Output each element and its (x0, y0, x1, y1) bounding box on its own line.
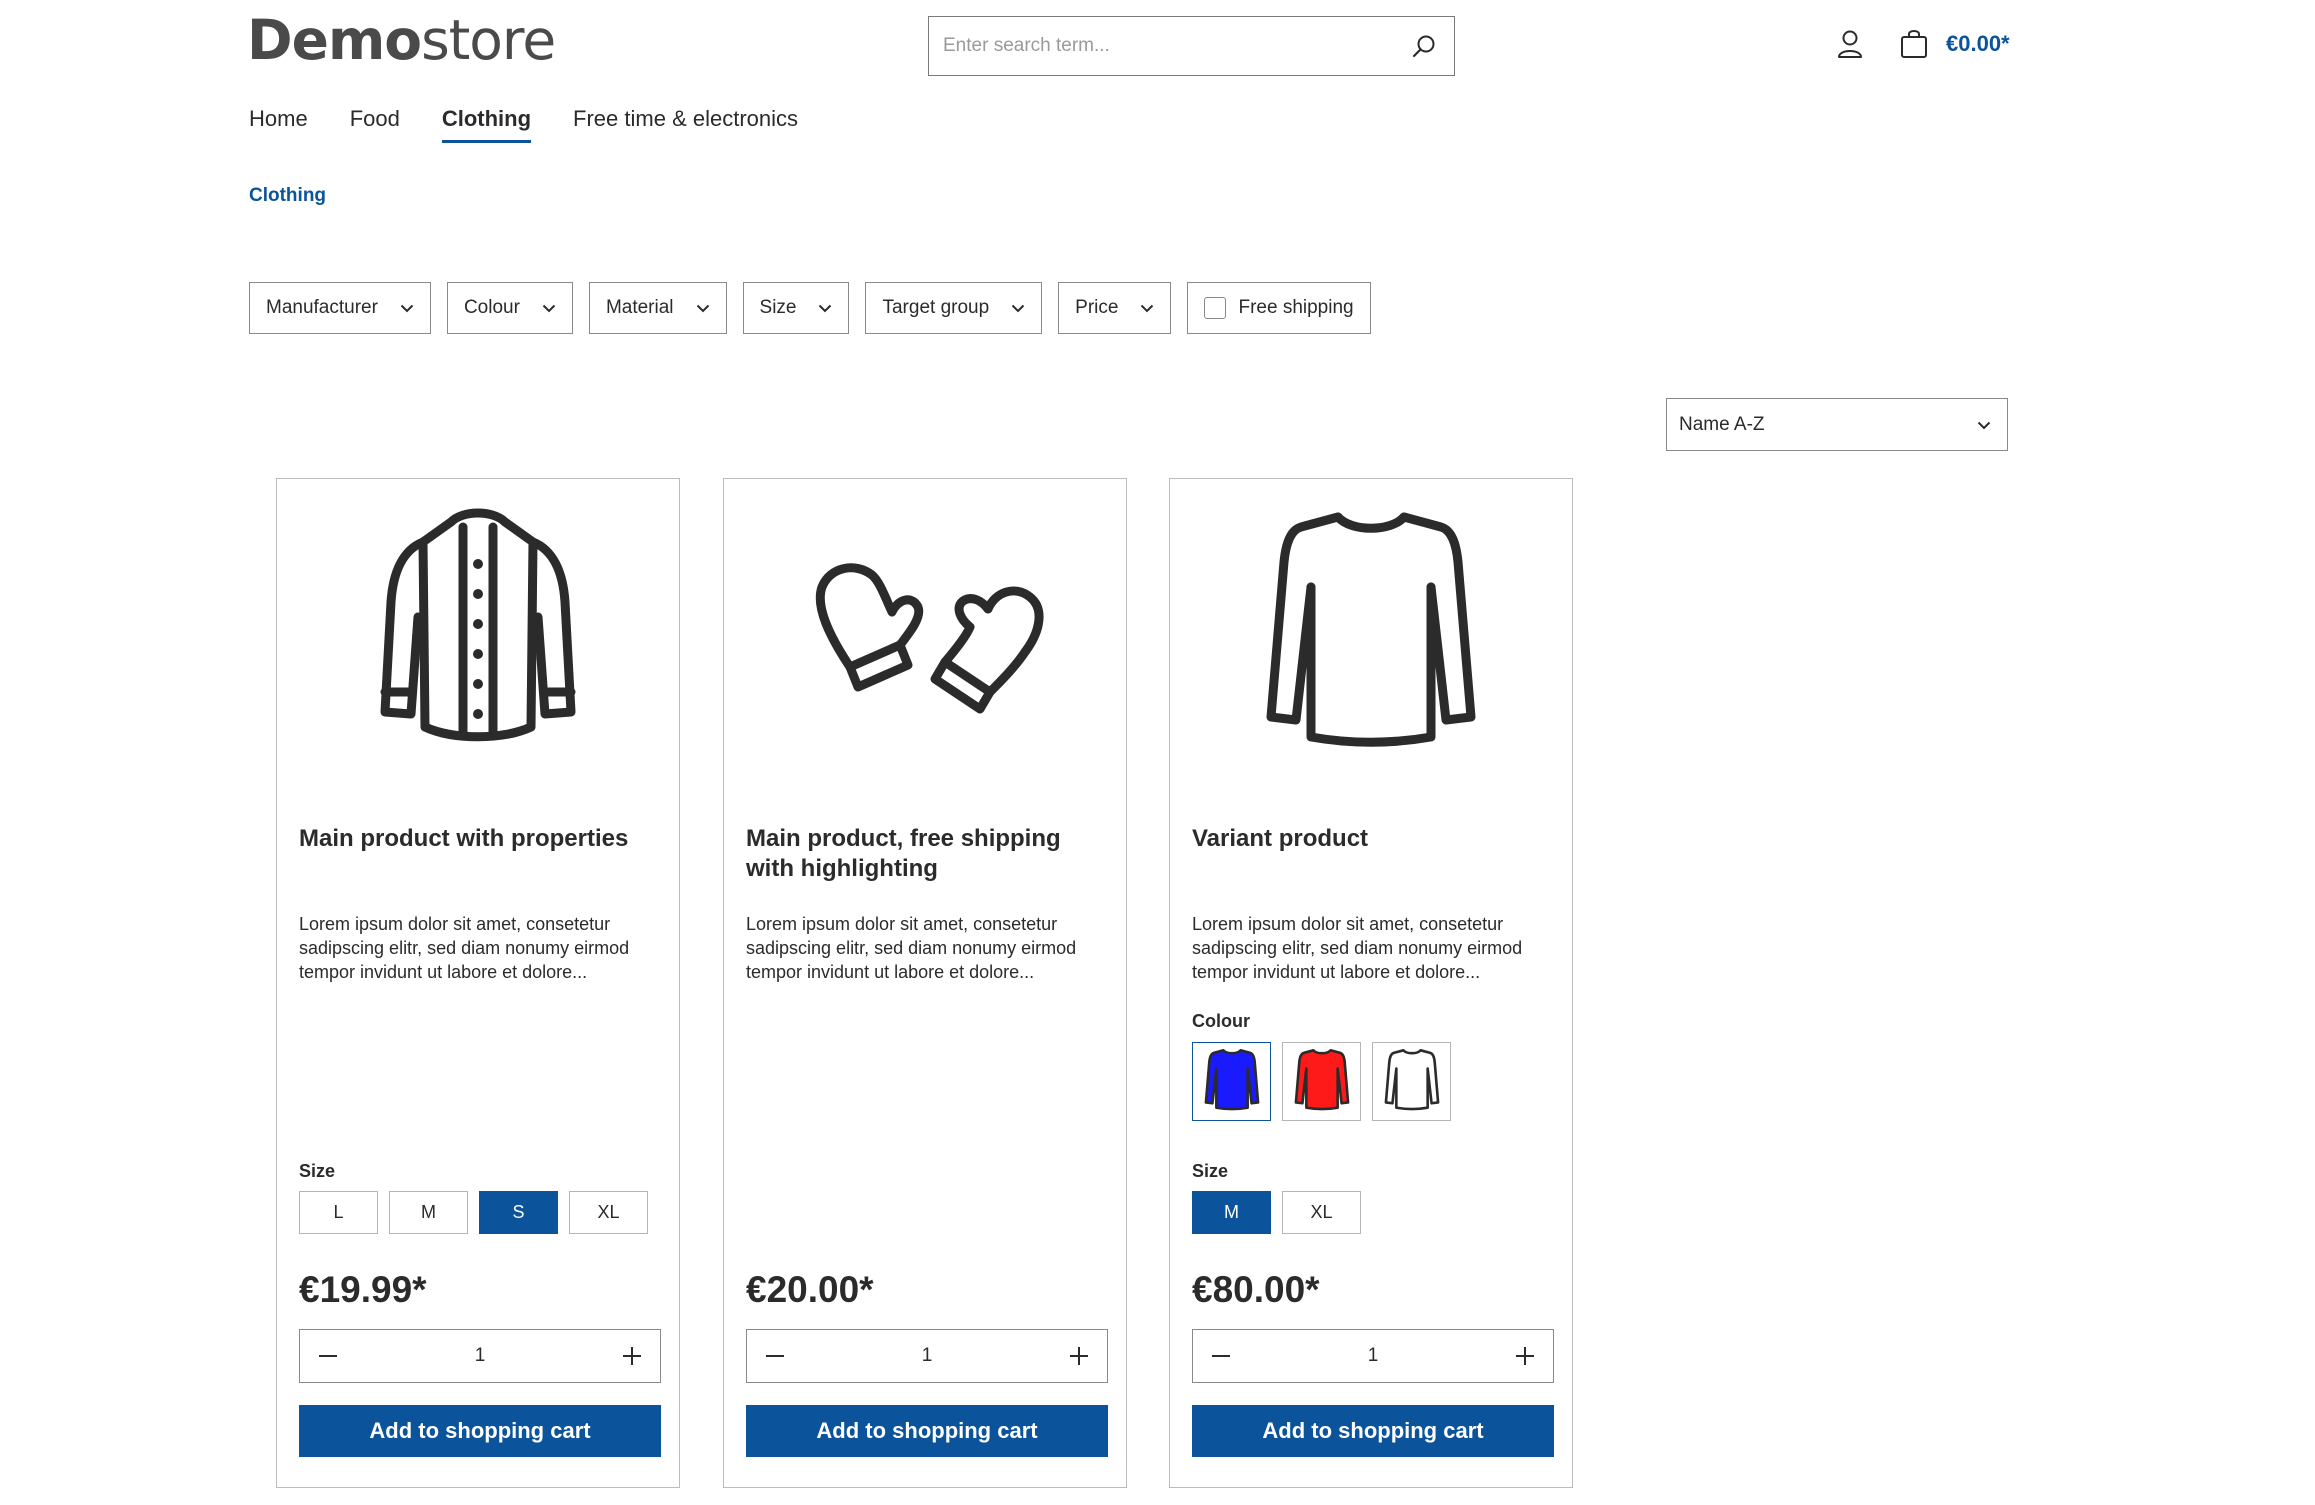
minus-icon[interactable] (747, 1330, 803, 1382)
quantity-value[interactable]: 1 (475, 1345, 486, 1367)
account-icon[interactable] (1830, 24, 1870, 64)
product-name[interactable]: Main product with properties (299, 824, 659, 854)
product-card: Variant product Lorem ipsum dolor sit am… (1169, 478, 1573, 1488)
minus-icon[interactable] (300, 1330, 356, 1382)
filter-label: Target group (882, 297, 990, 318)
filter-label: Colour (463, 297, 520, 318)
filter-free-shipping[interactable]: Free shipping (1187, 282, 1371, 334)
cart-total[interactable]: €0.00* (1946, 31, 2010, 57)
main-navigation: Home Food Clothing Free time & electroni… (249, 106, 840, 143)
nav-item-food[interactable]: Food (350, 106, 400, 143)
size-option-l[interactable]: L (299, 1191, 378, 1234)
quantity-value[interactable]: 1 (1368, 1345, 1379, 1367)
quantity-value[interactable]: 1 (922, 1345, 933, 1367)
free-shipping-checkbox[interactable] (1204, 297, 1227, 319)
filter-label: Manufacturer (266, 297, 378, 318)
size-options: M XL (1192, 1191, 1372, 1234)
cart-icon[interactable] (1894, 24, 1934, 64)
product-image[interactable] (724, 479, 1126, 779)
sorting-value: Name A-Z (1679, 413, 1765, 435)
size-options: L M S XL (299, 1191, 659, 1234)
quantity-stepper: 1 (299, 1329, 661, 1383)
product-price: €80.00* (1192, 1269, 1320, 1310)
size-option-s[interactable]: S (479, 1191, 558, 1234)
filter-manufacturer[interactable]: Manufacturer (249, 282, 431, 334)
product-card: Main product, free shipping with highlig… (723, 478, 1127, 1488)
size-label: Size (1192, 1161, 1229, 1181)
chevron-down-icon (818, 304, 832, 313)
sweater-red-icon (1292, 1046, 1352, 1117)
sorting-select[interactable]: Name A-Z (1666, 398, 2008, 451)
filter-target-group[interactable]: Target group (865, 282, 1043, 334)
add-to-cart-button[interactable]: Add to shopping cart (746, 1405, 1108, 1457)
add-to-cart-button[interactable]: Add to shopping cart (1192, 1405, 1554, 1457)
breadcrumb[interactable]: Clothing (249, 185, 326, 207)
add-to-cart-button[interactable]: Add to shopping cart (299, 1405, 661, 1457)
product-description: Lorem ipsum dolor sit amet, consetetur s… (1192, 914, 1523, 982)
colour-label: Colour (1192, 1011, 1250, 1031)
search-box (928, 16, 1455, 76)
logo-light-text: store (421, 8, 556, 72)
product-card: Main product with properties Lorem ipsum… (276, 478, 680, 1488)
minus-icon[interactable] (1193, 1330, 1249, 1382)
size-option-xl[interactable]: XL (1282, 1191, 1361, 1234)
chevron-down-icon (1977, 414, 1991, 436)
plus-icon[interactable] (1051, 1330, 1107, 1382)
chevron-down-icon (1011, 304, 1025, 313)
search-input[interactable] (929, 17, 1394, 75)
logo-bold-text: Demo (247, 8, 422, 72)
product-description: Lorem ipsum dolor sit amet, consetetur s… (746, 914, 1077, 982)
chevron-down-icon (1140, 304, 1154, 313)
colour-options (1192, 1042, 1462, 1121)
filter-label: Size (759, 297, 797, 318)
plus-icon[interactable] (1497, 1330, 1553, 1382)
product-price: €20.00* (746, 1269, 874, 1310)
filter-price[interactable]: Price (1058, 282, 1172, 334)
size-option-m[interactable]: M (389, 1191, 468, 1234)
filter-material[interactable]: Material (588, 282, 727, 334)
plus-icon[interactable] (604, 1330, 660, 1382)
product-name[interactable]: Main product, free shipping with highlig… (746, 824, 1106, 884)
nav-item-free-time-electronics[interactable]: Free time & electronics (573, 106, 798, 143)
sweater-blue-icon (1202, 1046, 1262, 1117)
product-description: Lorem ipsum dolor sit amet, consetetur s… (299, 914, 630, 982)
product-price: €19.99* (299, 1269, 427, 1310)
product-image[interactable] (277, 479, 679, 779)
colour-option-blue[interactable] (1192, 1042, 1271, 1121)
size-option-m[interactable]: M (1192, 1191, 1271, 1234)
search-icon[interactable] (1394, 17, 1454, 75)
header-actions: €0.00* (1830, 24, 2010, 64)
filter-label: Price (1075, 297, 1119, 318)
mittens-icon (800, 527, 1050, 732)
colour-option-red[interactable] (1282, 1042, 1361, 1121)
store-logo[interactable]: Demo store (247, 8, 556, 76)
jacket-icon (363, 502, 593, 757)
filter-panel: Manufacturer Colour Material Size Target… (249, 282, 1387, 334)
product-image[interactable] (1170, 479, 1572, 779)
filter-label: Material (605, 297, 674, 318)
size-label: Size (299, 1161, 336, 1181)
colour-option-white[interactable] (1372, 1042, 1451, 1121)
filter-colour[interactable]: Colour (446, 282, 573, 334)
nav-item-home[interactable]: Home (249, 106, 308, 143)
size-option-xl[interactable]: XL (569, 1191, 648, 1234)
filter-label: Free shipping (1238, 297, 1354, 318)
chevron-down-icon (542, 304, 556, 313)
filter-size[interactable]: Size (742, 282, 850, 334)
sweater-white-icon (1382, 1046, 1442, 1117)
product-name[interactable]: Variant product (1192, 824, 1552, 854)
sweater-icon (1256, 502, 1486, 757)
quantity-stepper: 1 (746, 1329, 1108, 1383)
chevron-down-icon (400, 304, 414, 313)
chevron-down-icon (696, 304, 710, 313)
quantity-stepper: 1 (1192, 1329, 1554, 1383)
nav-item-clothing[interactable]: Clothing (441, 106, 532, 143)
